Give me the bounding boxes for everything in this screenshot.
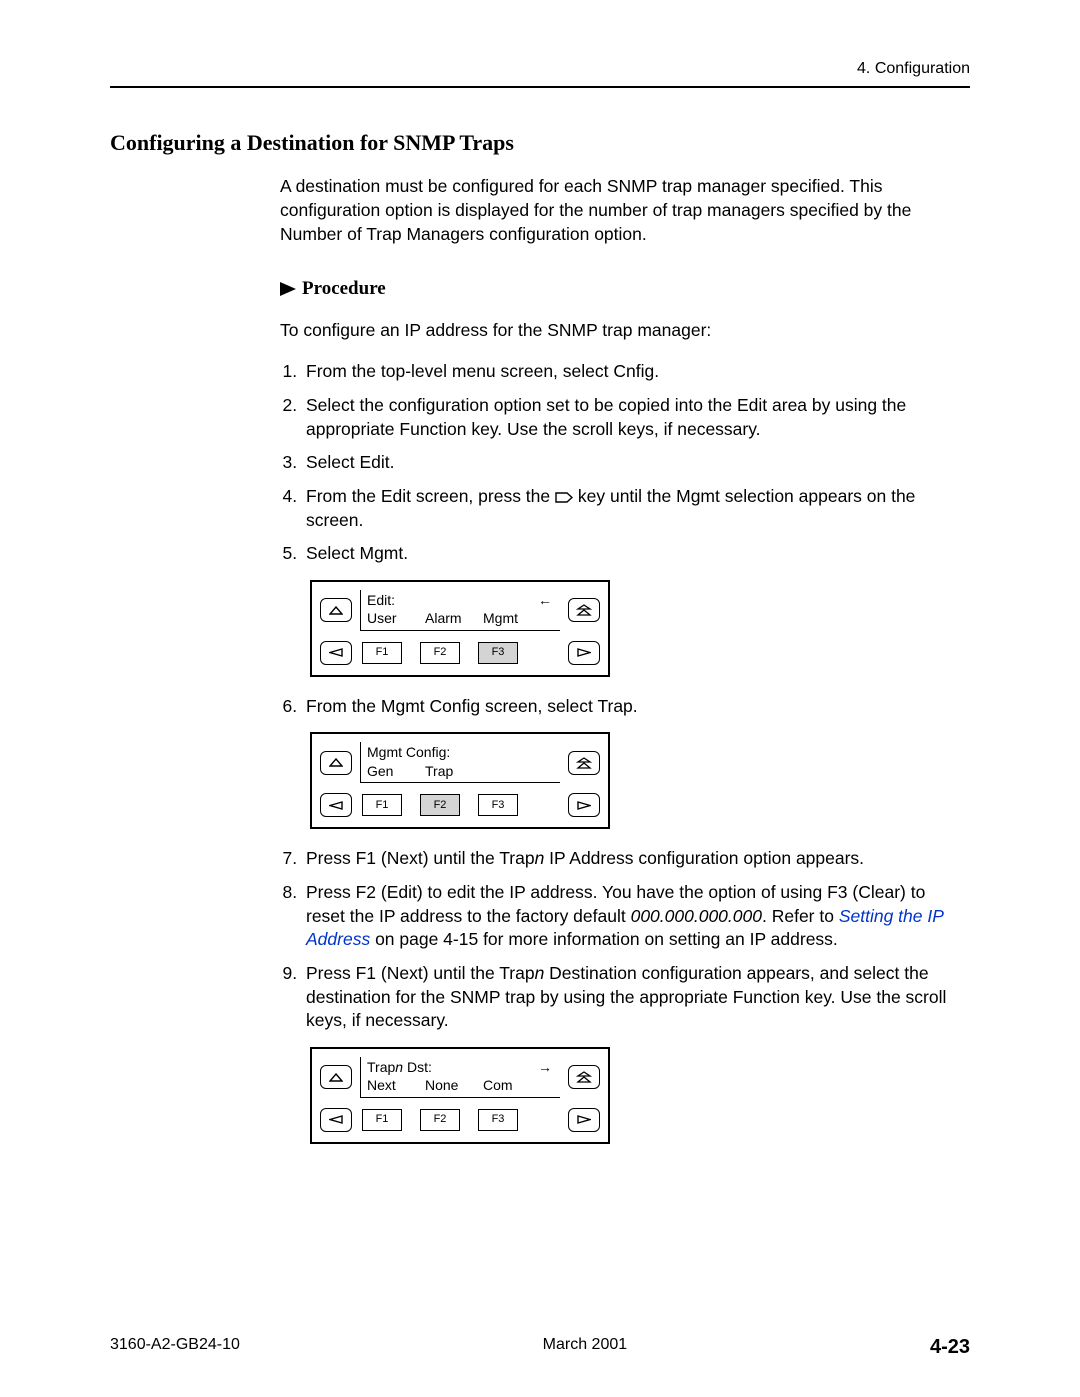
double-up-button[interactable] — [568, 598, 600, 622]
procedure-lead: To configure an IP address for the SNMP … — [280, 319, 960, 343]
f2-button[interactable]: F2 — [420, 642, 460, 664]
step-5: Select Mgmt. — [302, 542, 960, 566]
lcd-display: Mgmt Config: Gen Trap — [360, 742, 560, 783]
lcd-opt-gen: Gen — [367, 762, 425, 781]
left-button[interactable] — [320, 1108, 352, 1132]
lcd-panel-edit: Edit: ← User Alarm Mgmt F1 F2 — [310, 580, 610, 677]
double-up-button[interactable] — [568, 751, 600, 775]
doc-id: 3160-A2-GB24-10 — [110, 1334, 240, 1361]
procedure-heading: Procedure — [280, 276, 960, 302]
procedure-steps-cont1: From the Mgmt Config screen, select Trap… — [280, 695, 960, 719]
double-up-button[interactable] — [568, 1065, 600, 1089]
step-1: From the top-level menu screen, select C… — [302, 360, 960, 384]
default-ip: 000.000.000.000 — [631, 906, 762, 926]
lcd-opt-none: None — [425, 1076, 483, 1095]
page-number: 4-23 — [930, 1334, 970, 1361]
f1-button[interactable]: F1 — [362, 642, 402, 664]
running-header: 4. Configuration — [110, 58, 970, 80]
lcd-forward-arrow: → — [538, 1058, 552, 1077]
double-triangle-up-icon — [576, 757, 592, 769]
procedure-steps-cont2: Press F1 (Next) until the Trapn IP Addre… — [280, 847, 960, 1032]
lcd-back-arrow: ← — [538, 591, 552, 610]
left-button[interactable] — [320, 793, 352, 817]
lcd-opt-trap: Trap — [425, 762, 483, 781]
step-9: Press F1 (Next) until the Trapn Destinat… — [302, 962, 960, 1033]
lcd-title: Trapn Dst: — [367, 1058, 432, 1077]
triangle-right-icon — [577, 801, 591, 810]
lcd-title: Edit: — [367, 591, 395, 610]
lcd-panel-trap: Trapn Dst: → Next None Com F1 F2 — [310, 1047, 610, 1144]
step-8: Press F2 (Edit) to edit the IP address. … — [302, 881, 960, 952]
lcd-title: Mgmt Config: — [367, 743, 450, 762]
left-button[interactable] — [320, 641, 352, 665]
header-rule — [110, 86, 970, 88]
double-triangle-up-icon — [576, 1071, 592, 1083]
up-button[interactable] — [320, 1065, 352, 1089]
triangle-up-icon — [329, 1073, 343, 1082]
step-2: Select the configuration option set to b… — [302, 394, 960, 441]
lcd-opt-com: Com — [483, 1076, 541, 1095]
triangle-right-icon — [577, 1115, 591, 1124]
play-icon — [280, 282, 296, 296]
up-button[interactable] — [320, 598, 352, 622]
triangle-left-icon — [329, 648, 343, 657]
lcd-opt-next: Next — [367, 1076, 425, 1095]
f3-button[interactable]: F3 — [478, 794, 518, 816]
step-6: From the Mgmt Config screen, select Trap… — [302, 695, 960, 719]
lcd-opt-user: User — [367, 609, 425, 628]
right-button[interactable] — [568, 793, 600, 817]
step-3: Select Edit. — [302, 451, 960, 475]
lcd-opt-blank — [483, 762, 541, 781]
f3-button[interactable]: F3 — [478, 1109, 518, 1131]
triangle-right-icon — [577, 648, 591, 657]
triangle-up-icon — [329, 758, 343, 767]
right-button[interactable] — [568, 1108, 600, 1132]
f2-button[interactable]: F2 — [420, 1109, 460, 1131]
step-4: From the Edit screen, press the key unti… — [302, 485, 960, 532]
right-button[interactable] — [568, 641, 600, 665]
lcd-display: Edit: ← User Alarm Mgmt — [360, 590, 560, 631]
double-triangle-up-icon — [576, 604, 592, 616]
f1-button[interactable]: F1 — [362, 794, 402, 816]
lcd-opt-alarm: Alarm — [425, 609, 483, 628]
up-button[interactable] — [320, 751, 352, 775]
procedure-label: Procedure — [302, 276, 386, 302]
triangle-up-icon — [329, 606, 343, 615]
intro-paragraph: A destination must be configured for eac… — [280, 175, 960, 246]
page-footer: 3160-A2-GB24-10 March 2001 4-23 — [110, 1334, 970, 1361]
step-7: Press F1 (Next) until the Trapn IP Addre… — [302, 847, 960, 871]
right-key-icon — [555, 492, 573, 503]
f2-button[interactable]: F2 — [420, 794, 460, 816]
section-title: Configuring a Destination for SNMP Traps — [110, 128, 970, 158]
triangle-left-icon — [329, 801, 343, 810]
procedure-steps: From the top-level menu screen, select C… — [280, 360, 960, 565]
doc-date: March 2001 — [543, 1334, 628, 1361]
lcd-opt-mgmt: Mgmt — [483, 609, 541, 628]
lcd-display: Trapn Dst: → Next None Com — [360, 1057, 560, 1098]
lcd-panel-mgmt: Mgmt Config: Gen Trap F1 F2 F3 — [310, 732, 610, 829]
triangle-left-icon — [329, 1115, 343, 1124]
f1-button[interactable]: F1 — [362, 1109, 402, 1131]
f3-button[interactable]: F3 — [478, 642, 518, 664]
